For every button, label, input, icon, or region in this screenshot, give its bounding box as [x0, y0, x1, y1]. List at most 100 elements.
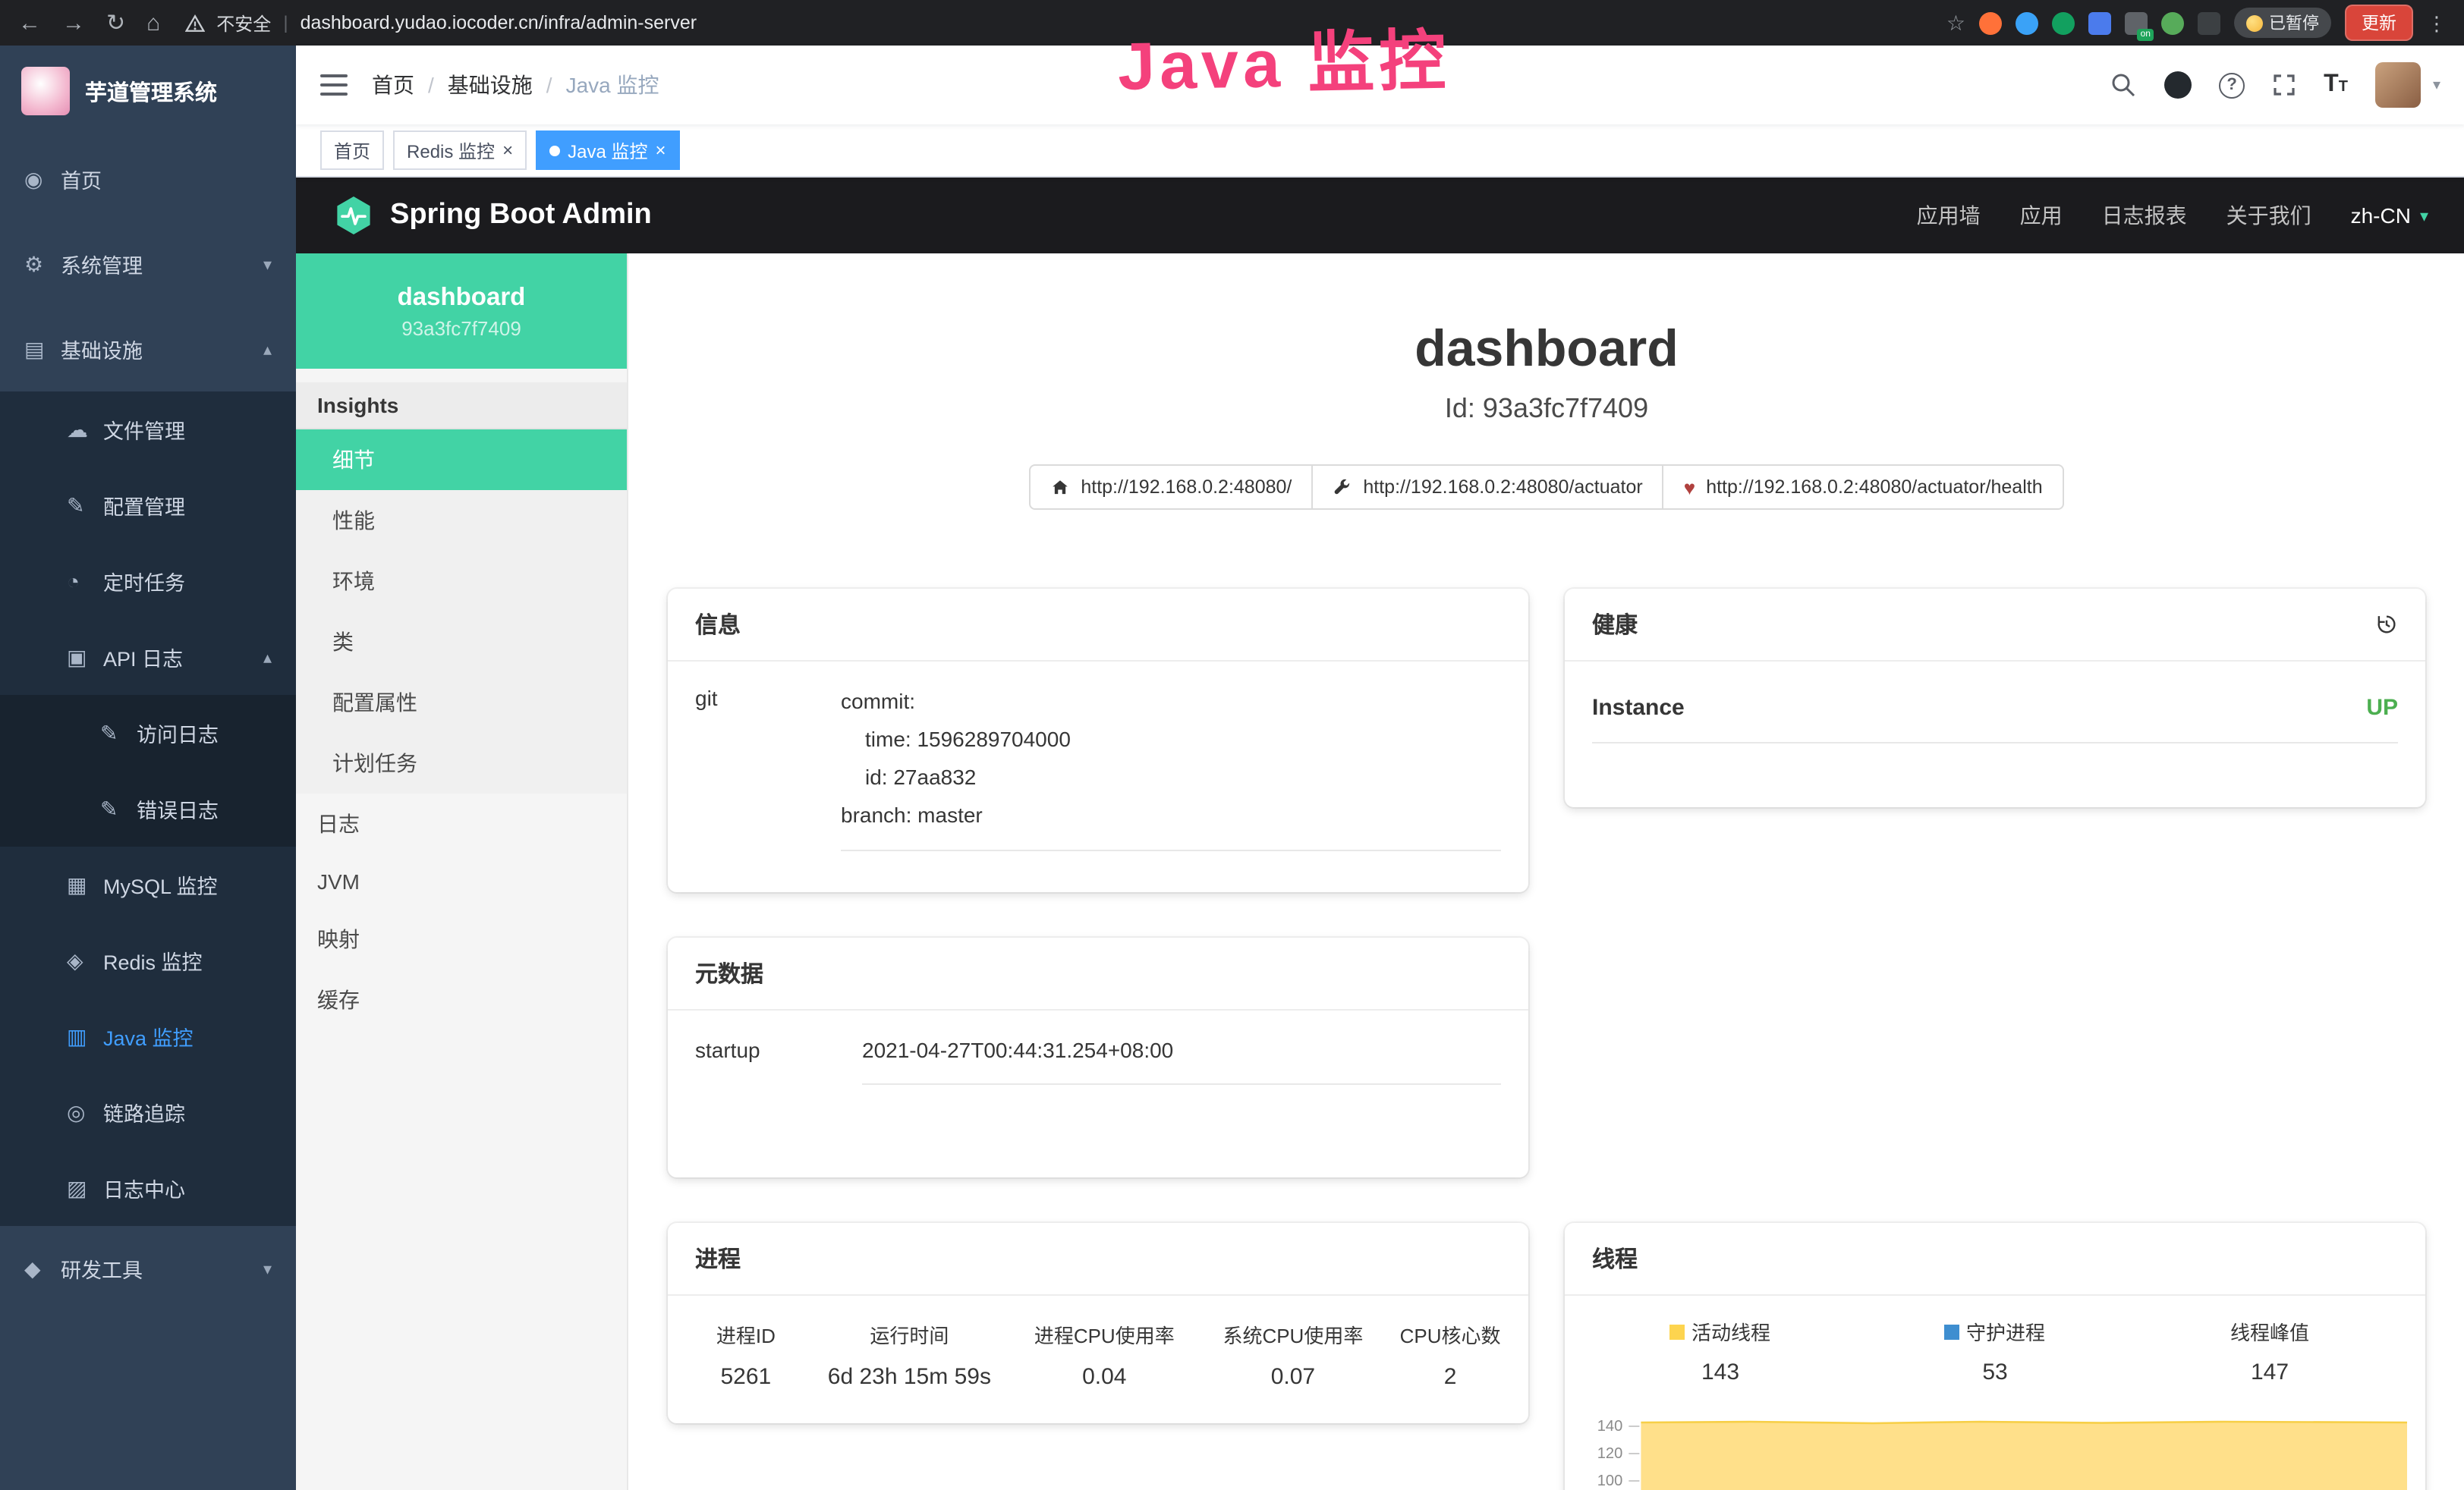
card-header: 信息 — [668, 589, 1528, 662]
url-text[interactable]: dashboard.yudao.iocoder.cn/infra/admin-s… — [301, 12, 697, 33]
browser-menu-icon[interactable]: ⋮ — [2427, 13, 2447, 33]
sidebar-item-dev-tools[interactable]: ◆ 研发工具 ▾ — [0, 1226, 296, 1311]
sba-item-loggers[interactable]: 日志 — [296, 794, 627, 854]
navbar-right-tools: ? TT ▾ — [2110, 62, 2440, 108]
warning-icon — [184, 13, 204, 33]
sba-navbar: Spring Boot Admin 应用墙 应用 日志报表 关于我们 zh-CN… — [296, 178, 2464, 253]
sidebar-item-home[interactable]: ◉ 首页 — [0, 137, 296, 222]
extension-icon-2[interactable] — [2016, 11, 2038, 34]
update-button[interactable]: 更新 — [2345, 5, 2413, 41]
address-divider: | — [283, 12, 288, 33]
fullscreen-icon[interactable] — [2272, 73, 2296, 97]
extension-icon-7[interactable] — [2198, 11, 2220, 34]
sba-nav-journal[interactable]: 日志报表 — [2102, 200, 2187, 231]
font-size-icon[interactable]: TT — [2324, 71, 2348, 99]
edit-icon: ✎ — [67, 492, 103, 518]
main-column: 首页 / 基础设施 / Java 监控 ? — [296, 46, 2464, 1490]
extension-icon-3[interactable] — [2052, 11, 2075, 34]
tag-label: Java 监控 — [568, 137, 647, 163]
column-header: 进程ID — [683, 1320, 809, 1349]
extension-icon-1[interactable] — [1979, 11, 2002, 34]
sba-item-caches[interactable]: 缓存 — [296, 970, 627, 1030]
sba-item-mappings[interactable]: 映射 — [296, 909, 627, 970]
breadcrumb-infrastructure[interactable]: 基础设施 — [448, 70, 533, 100]
sba-nav-about[interactable]: 关于我们 — [2226, 200, 2311, 231]
sidebar-item-config-management[interactable]: ✎ 配置管理 — [0, 467, 296, 543]
hamburger-icon[interactable] — [320, 74, 348, 96]
close-icon[interactable]: × — [502, 141, 513, 159]
sba-brand[interactable]: Spring Boot Admin — [332, 194, 652, 237]
sba-item-classes[interactable]: 类 — [296, 611, 627, 672]
legend-swatch-blue — [1945, 1324, 1960, 1339]
card-title: 进程 — [695, 1243, 741, 1275]
help-icon[interactable]: ? — [2219, 72, 2245, 98]
sidebar-item-api-logs[interactable]: ▣ API 日志 ▴ — [0, 619, 296, 695]
card-header: 线程 — [1565, 1223, 2425, 1296]
user-avatar[interactable] — [2375, 62, 2421, 108]
extension-icon-5[interactable]: on — [2125, 11, 2148, 34]
bookmark-star-icon[interactable]: ☆ — [1946, 12, 1965, 33]
sba-item-config-properties[interactable]: 配置属性 — [296, 672, 627, 733]
sidebar-item-access-logs[interactable]: ✎ 访问日志 — [0, 695, 296, 771]
sidebar-item-tracing[interactable]: ◎ 链路追踪 — [0, 1074, 296, 1150]
extension-icon-6[interactable] — [2161, 11, 2184, 34]
sidebar-item-log-center[interactable]: ▨ 日志中心 — [0, 1150, 296, 1226]
sidebar-item-infrastructure[interactable]: ▤ 基础设施 ▴ — [0, 306, 296, 391]
locale-selector[interactable]: zh-CN ▾ — [2351, 203, 2428, 228]
actuator-url-button[interactable]: http://192.168.0.2:48080/actuator — [1311, 464, 1663, 510]
instance-header[interactable]: dashboard 93a3fc7f7409 — [296, 253, 627, 369]
sba-item-jvm[interactable]: JVM — [296, 854, 627, 909]
sba-nav-wallboard[interactable]: 应用墙 — [1917, 200, 1981, 231]
monitor-icon: ▥ — [67, 1023, 103, 1049]
sidebar-item-redis-monitor[interactable]: ◈ Redis 监控 — [0, 923, 296, 998]
database-icon: ▦ — [67, 872, 103, 897]
service-url-button[interactable]: http://192.168.0.2:48080/ — [1029, 464, 1313, 510]
close-icon[interactable]: × — [655, 141, 666, 159]
app-logo[interactable]: 芋道管理系统 — [0, 46, 296, 137]
search-icon[interactable] — [2110, 71, 2137, 99]
metadata-card: 元数据 startup 2021-04-27T00:44:31.254+08:0… — [668, 938, 1528, 1177]
trace-icon: ◎ — [67, 1099, 103, 1125]
sidebar-item-label: 研发工具 — [61, 1253, 143, 1284]
back-icon[interactable]: ← — [18, 11, 41, 34]
sidebar-item-system-management[interactable]: ⚙ 系统管理 ▾ — [0, 222, 296, 306]
spring-boot-admin: Spring Boot Admin 应用墙 应用 日志报表 关于我们 zh-CN… — [296, 178, 2464, 1490]
sidebar-item-mysql-monitor[interactable]: ▦ MySQL 监控 — [0, 847, 296, 923]
insights-group: 细节 性能 环境 类 配置属性 计划任务 — [296, 429, 627, 794]
legend-value: 143 — [1583, 1360, 1858, 1385]
history-icon[interactable] — [2375, 613, 2398, 636]
extension-icon-4[interactable] — [2088, 11, 2111, 34]
sidebar-item-scheduled-jobs[interactable]: ◔ 定时任务 — [0, 543, 296, 619]
tag-java-monitor[interactable]: Java 监控 × — [536, 130, 679, 170]
breadcrumb-home[interactable]: 首页 — [372, 70, 414, 100]
github-icon[interactable] — [2164, 71, 2192, 99]
sidebar-item-label: Redis 监控 — [103, 945, 203, 976]
font-size-small-glyph: T — [2339, 79, 2348, 96]
paused-badge[interactable]: 已暂停 — [2234, 8, 2331, 38]
sba-nav-applications[interactable]: 应用 — [2020, 200, 2063, 231]
wrench-icon — [1333, 477, 1352, 497]
sba-item-details[interactable]: 细节 — [296, 429, 627, 490]
sidebar-item-java-monitor[interactable]: ▥ Java 监控 — [0, 998, 296, 1074]
forward-icon[interactable]: → — [62, 11, 85, 34]
sidebar-item-file-management[interactable]: ☁ 文件管理 — [0, 391, 296, 467]
refresh-icon[interactable]: ↻ — [106, 11, 125, 34]
y-tick-120: 120 — [1597, 1445, 1623, 1462]
address-bar[interactable]: 不安全 | dashboard.yudao.iocoder.cn/infra/a… — [184, 10, 1937, 36]
sba-item-scheduled-tasks[interactable]: 计划任务 — [296, 733, 627, 794]
avatar-caret-icon[interactable]: ▾ — [2433, 77, 2440, 93]
sba-item-environment[interactable]: 环境 — [296, 551, 627, 611]
app-title: 芋道管理系统 — [85, 75, 217, 107]
health-url-button[interactable]: ♥ http://192.168.0.2:48080/actuator/heal… — [1663, 464, 2064, 510]
logo-avatar — [21, 67, 70, 115]
y-tick-100: 100 — [1597, 1473, 1623, 1489]
tag-redis-monitor[interactable]: Redis 监控 × — [393, 130, 527, 170]
sba-item-metrics[interactable]: 性能 — [296, 490, 627, 551]
sidebar-item-error-logs[interactable]: ✎ 错误日志 — [0, 771, 296, 847]
browser-home-icon[interactable]: ⌂ — [146, 11, 160, 34]
metadata-value: 2021-04-27T00:44:31.254+08:00 — [862, 1038, 1501, 1085]
tag-home[interactable]: 首页 — [320, 130, 384, 170]
security-label[interactable]: 不安全 — [216, 10, 271, 36]
instance-title: dashboard — [628, 320, 2464, 379]
sba-body: dashboard 93a3fc7f7409 Insights 细节 性能 环境… — [296, 253, 2464, 1490]
